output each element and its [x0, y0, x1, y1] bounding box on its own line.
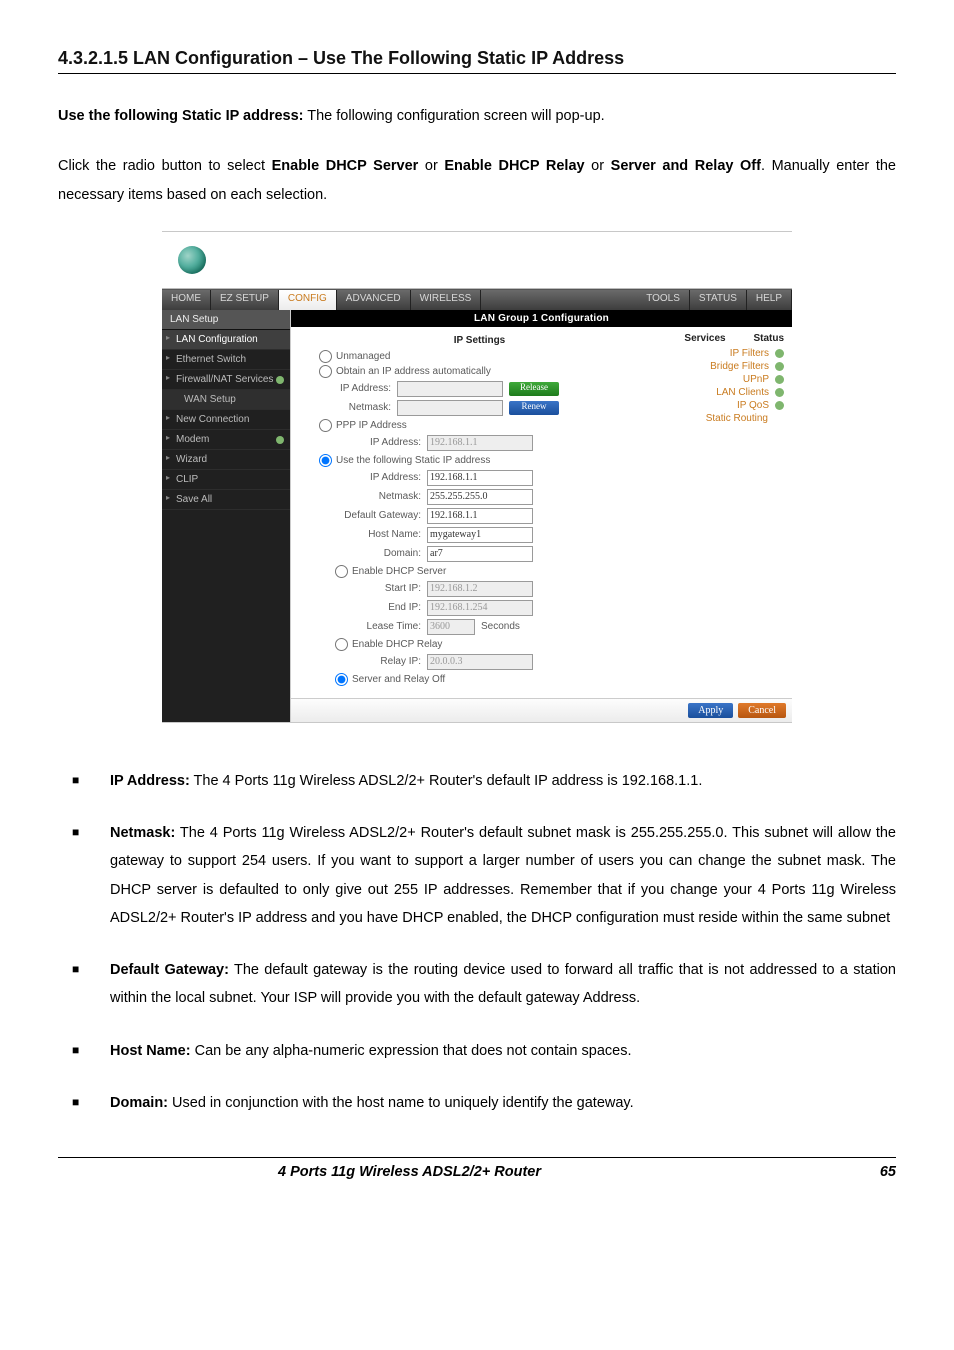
lbl-seconds: Seconds	[475, 621, 520, 632]
config-screenshot: HOME EZ SETUP CONFIG ADVANCED WIRELESS T…	[162, 231, 792, 723]
services-header: Services	[662, 333, 748, 344]
input-s-gw[interactable]	[427, 508, 533, 524]
lbl-end-ip: End IP:	[307, 602, 427, 613]
radio-dhcp-relay-label: Enable DHCP Relay	[352, 639, 442, 650]
status-dot-icon	[775, 388, 784, 397]
tab-tools[interactable]: TOOLS	[637, 290, 690, 310]
radio-dhcp-server[interactable]	[335, 565, 348, 578]
apply-button[interactable]: Apply	[688, 703, 733, 718]
logo-icon	[178, 246, 206, 274]
radio-unmanaged-label: Unmanaged	[336, 351, 390, 362]
footer-title: 4 Ports 11g Wireless ADSL2/2+ Router	[278, 1164, 541, 1180]
input-ppp-ip	[427, 435, 533, 451]
bullet-domain: Domain: Used in conjunction with the hos…	[58, 1089, 896, 1117]
top-tabs: HOME EZ SETUP CONFIG ADVANCED WIRELESS T…	[162, 289, 792, 310]
intro-rest: The following configuration screen will …	[303, 108, 604, 124]
bullet-netmask: Netmask: The 4 Ports 11g Wireless ADSL2/…	[58, 819, 896, 932]
sidebar-item-clip[interactable]: CLIP	[162, 470, 290, 490]
sidebar-item-save-all[interactable]: Save All	[162, 490, 290, 510]
radio-off[interactable]	[335, 673, 348, 686]
input-s-nm[interactable]	[427, 489, 533, 505]
input-s-ip[interactable]	[427, 470, 533, 486]
radio-obtain[interactable]	[319, 365, 332, 378]
release-button[interactable]: Release	[509, 382, 559, 396]
intro-lead: Use the following Static IP address:	[58, 108, 303, 124]
lbl-relay-ip: Relay IP:	[307, 656, 427, 667]
lbl-nm-auto: Netmask:	[307, 402, 397, 413]
radio-ppp[interactable]	[319, 419, 332, 432]
sidebar-item-wan-setup[interactable]: WAN Setup	[162, 390, 290, 410]
svc-static-routing[interactable]: Static Routing	[662, 413, 784, 424]
status-dot-icon	[775, 375, 784, 384]
input-domain[interactable]	[427, 546, 533, 562]
status-dot-icon	[775, 362, 784, 371]
input-end-ip	[427, 600, 533, 616]
lbl-s-gw: Default Gateway:	[307, 510, 427, 521]
panel-title: LAN Group 1 Configuration	[291, 310, 792, 327]
status-dot-icon	[775, 401, 784, 410]
tab-ezsetup[interactable]: EZ SETUP	[211, 290, 279, 310]
lbl-domain: Domain:	[307, 548, 427, 559]
radio-static[interactable]	[319, 454, 332, 467]
radio-unmanaged[interactable]	[319, 350, 332, 363]
heading-rule	[58, 73, 896, 74]
tab-help[interactable]: HELP	[747, 290, 792, 310]
page-title: 4.3.2.1.5 LAN Configuration – Use The Fo…	[58, 48, 896, 69]
input-host[interactable]	[427, 527, 533, 543]
sidebar-group-lan: LAN Setup	[162, 310, 290, 330]
lbl-s-ip: IP Address:	[307, 472, 427, 483]
input-ip-auto	[397, 381, 503, 397]
intro-paragraph: Use the following Static IP address: The…	[58, 102, 896, 130]
lbl-host: Host Name:	[307, 529, 427, 540]
sidebar-item-modem[interactable]: Modem	[162, 430, 290, 450]
cancel-button[interactable]: Cancel	[738, 703, 786, 718]
status-header: Status	[748, 333, 784, 344]
svc-ipfilters[interactable]: IP Filters	[662, 348, 775, 359]
logo-bar	[162, 232, 792, 289]
tab-wireless[interactable]: WIRELESS	[411, 290, 482, 310]
radio-dhcp-server-label: Enable DHCP Server	[352, 566, 446, 577]
radio-ppp-label: PPP IP Address	[336, 420, 407, 431]
status-dot-icon	[775, 349, 784, 358]
lbl-ip-auto: IP Address:	[307, 383, 397, 394]
renew-button[interactable]: Renew	[509, 401, 559, 415]
radio-static-label: Use the following Static IP address	[336, 455, 490, 466]
svc-lanclients[interactable]: LAN Clients	[662, 387, 775, 398]
sidebar: LAN Setup LAN Configuration Ethernet Swi…	[162, 310, 290, 722]
radio-dhcp-relay[interactable]	[335, 638, 348, 651]
lbl-ppp-ip: IP Address:	[307, 437, 427, 448]
tab-status[interactable]: STATUS	[690, 290, 747, 310]
tab-config[interactable]: CONFIG	[279, 290, 337, 310]
sidebar-item-lan-config[interactable]: LAN Configuration	[162, 330, 290, 350]
ip-settings-header: IP Settings	[307, 335, 652, 346]
sidebar-item-wizard[interactable]: Wizard	[162, 450, 290, 470]
input-nm-auto	[397, 400, 503, 416]
input-start-ip	[427, 581, 533, 597]
bullet-list: IP Address: The 4 Ports 11g Wireless ADS…	[58, 767, 896, 1117]
input-relay-ip	[427, 654, 533, 670]
radio-off-label: Server and Relay Off	[352, 674, 445, 685]
lbl-lease: Lease Time:	[307, 621, 427, 632]
tab-home[interactable]: HOME	[162, 290, 211, 310]
svc-upnp[interactable]: UPnP	[662, 374, 775, 385]
svc-ipqos[interactable]: IP QoS	[662, 400, 775, 411]
radio-obtain-label: Obtain an IP address automatically	[336, 366, 491, 377]
tab-spacer	[481, 290, 637, 310]
input-lease	[427, 619, 475, 635]
svc-bridge[interactable]: Bridge Filters	[662, 361, 775, 372]
bullet-hostname: Host Name: Can be any alpha-numeric expr…	[58, 1037, 896, 1065]
tab-advanced[interactable]: ADVANCED	[337, 290, 411, 310]
page-footer: 4 Ports 11g Wireless ADSL2/2+ Router 65	[58, 1157, 896, 1180]
sidebar-item-eth-switch[interactable]: Ethernet Switch	[162, 350, 290, 370]
paragraph-2: Click the radio button to select Enable …	[58, 152, 896, 209]
sidebar-item-new-conn[interactable]: New Connection	[162, 410, 290, 430]
bullet-gateway: Default Gateway: The default gateway is …	[58, 956, 896, 1013]
lbl-s-nm: Netmask:	[307, 491, 427, 502]
bullet-ip: IP Address: The 4 Ports 11g Wireless ADS…	[58, 767, 896, 795]
footer-page: 65	[880, 1164, 896, 1180]
sidebar-item-fwnat[interactable]: Firewall/NAT Services	[162, 370, 290, 390]
lbl-start-ip: Start IP:	[307, 583, 427, 594]
